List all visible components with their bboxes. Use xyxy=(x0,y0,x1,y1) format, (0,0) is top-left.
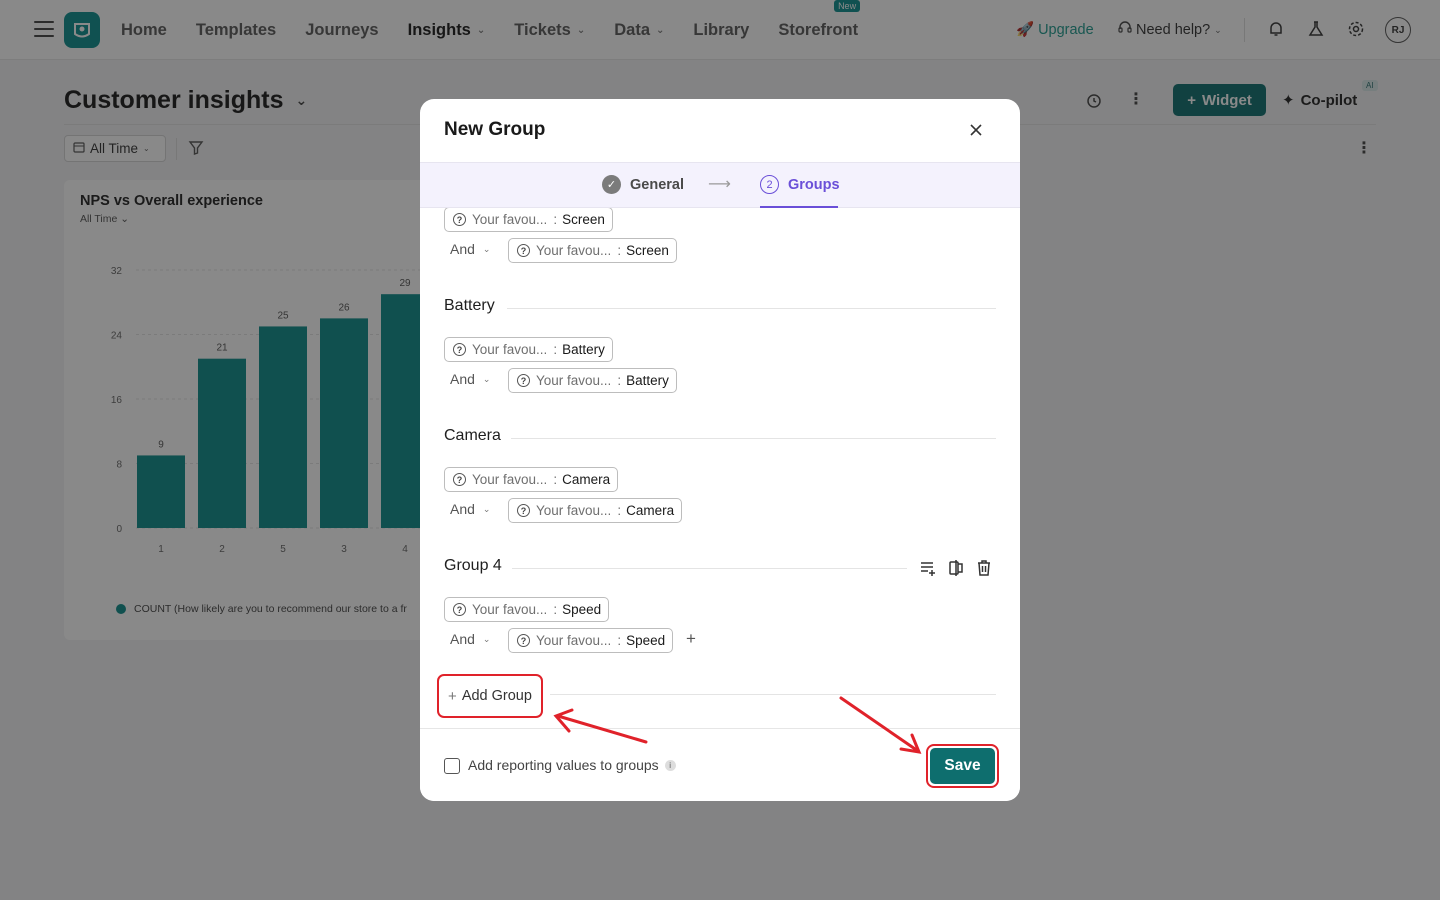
connector-dropdown[interactable]: And ⌄ xyxy=(450,241,490,257)
question-circle-icon: ? xyxy=(453,213,466,226)
condition-value: Speed xyxy=(562,602,602,617)
group-divider xyxy=(511,438,996,439)
question-circle-icon: ? xyxy=(517,634,530,647)
condition-chip[interactable]: ? Your favou... : Screen xyxy=(444,208,613,232)
condition-separator: : xyxy=(617,243,622,258)
connector-label: And xyxy=(450,501,475,517)
add-condition-icon[interactable] xyxy=(918,558,938,578)
info-icon[interactable]: i xyxy=(664,759,676,771)
condition-separator: : xyxy=(553,472,558,487)
group-name: Battery xyxy=(444,297,495,314)
stepper: ✓ General ⟶ 2 Groups xyxy=(420,162,1020,208)
group-name[interactable]: Group 4 xyxy=(444,557,502,575)
step-groups[interactable]: 2 Groups xyxy=(760,175,840,194)
reporting-values-checkbox[interactable] xyxy=(444,758,460,774)
step-label: General xyxy=(630,176,684,193)
add-group-label: Add Group xyxy=(461,688,532,704)
condition-value: Battery xyxy=(626,373,669,388)
chevron-down-icon: ⌄ xyxy=(482,503,491,514)
step-label: Groups xyxy=(788,176,840,193)
condition-chip[interactable]: ? Your favou... : Speed xyxy=(508,628,674,653)
check-icon: ✓ xyxy=(602,175,621,194)
checkbox-label-text: Add reporting values to groups xyxy=(468,757,659,773)
save-button[interactable]: Save xyxy=(930,748,995,784)
condition-separator: : xyxy=(617,373,622,388)
add-group-button[interactable]: + Add Group xyxy=(437,674,543,718)
condition-value: Screen xyxy=(626,243,669,258)
connector-dropdown[interactable]: And ⌄ xyxy=(450,371,490,387)
condition-value: Speed xyxy=(626,633,666,648)
condition-value: Camera xyxy=(562,472,611,487)
chevron-down-icon: ⌄ xyxy=(482,243,491,254)
connector-label: And xyxy=(450,241,475,257)
group-divider xyxy=(512,568,907,569)
group-divider xyxy=(507,308,996,309)
condition-field: Your favou... xyxy=(472,212,548,227)
condition-value: Battery xyxy=(562,342,605,357)
modal-title: New Group xyxy=(444,119,546,140)
condition-chip[interactable]: ? Your favou... : Speed xyxy=(444,597,610,622)
condition-field: Your favou... xyxy=(472,472,548,487)
question-circle-icon: ? xyxy=(453,343,466,356)
add-condition-plus-icon[interactable]: + xyxy=(686,629,696,649)
checkbox-label: Add reporting values to groups i xyxy=(468,757,676,773)
condition-separator: : xyxy=(617,633,622,648)
connector-dropdown[interactable]: And ⌄ xyxy=(450,501,490,517)
group-divider xyxy=(550,694,996,695)
condition-field: Your favou... xyxy=(536,503,612,518)
condition-value: Camera xyxy=(626,503,675,518)
condition-chip[interactable]: ? Your favou... : Battery xyxy=(508,368,677,393)
question-circle-icon: ? xyxy=(517,244,530,257)
chevron-down-icon: ⌄ xyxy=(482,633,491,644)
condition-field: Your favou... xyxy=(472,602,548,617)
connector-dropdown[interactable]: And ⌄ xyxy=(450,631,490,647)
condition-separator: : xyxy=(553,212,558,227)
condition-field: Your favou... xyxy=(536,373,612,388)
groups-list: ? Your favou... : Screen And ⌄? Your favou...… xyxy=(420,208,1020,728)
modal-footer: Add reporting values to groups i Save xyxy=(420,728,1020,801)
question-circle-icon: ? xyxy=(517,374,530,387)
condition-separator: : xyxy=(553,342,558,357)
condition-chip[interactable]: ? Your favou... : Battery xyxy=(444,337,613,362)
question-circle-icon: ? xyxy=(453,603,466,616)
question-circle-icon: ? xyxy=(517,504,530,517)
condition-separator: : xyxy=(617,503,622,518)
chevron-down-icon: ⌄ xyxy=(482,373,491,384)
step-general[interactable]: ✓ General xyxy=(602,175,684,194)
connector-label: And xyxy=(450,371,475,387)
condition-chip[interactable]: ? Your favou... : Camera xyxy=(508,498,683,523)
trash-icon[interactable] xyxy=(974,558,994,578)
condition-field: Your favou... xyxy=(536,633,612,648)
close-icon[interactable] xyxy=(966,119,986,141)
group-name: Camera xyxy=(444,427,501,444)
question-circle-icon: ? xyxy=(453,473,466,486)
condition-chip[interactable]: ? Your favou... : Screen xyxy=(508,238,677,263)
condition-value: Screen xyxy=(562,212,605,227)
condition-field: Your favou... xyxy=(472,342,548,357)
duplicate-group-icon[interactable] xyxy=(946,558,966,578)
condition-chip[interactable]: ? Your favou... : Camera xyxy=(444,467,619,492)
plus-icon: + xyxy=(448,687,457,705)
arrow-right-icon: ⟶ xyxy=(708,176,731,193)
new-group-modal: New Group ✓ General ⟶ 2 Groups ? Your fav… xyxy=(420,99,1020,801)
step-number: 2 xyxy=(760,175,779,194)
condition-field: Your favou... xyxy=(536,243,612,258)
condition-separator: : xyxy=(553,602,558,617)
connector-label: And xyxy=(450,631,475,647)
